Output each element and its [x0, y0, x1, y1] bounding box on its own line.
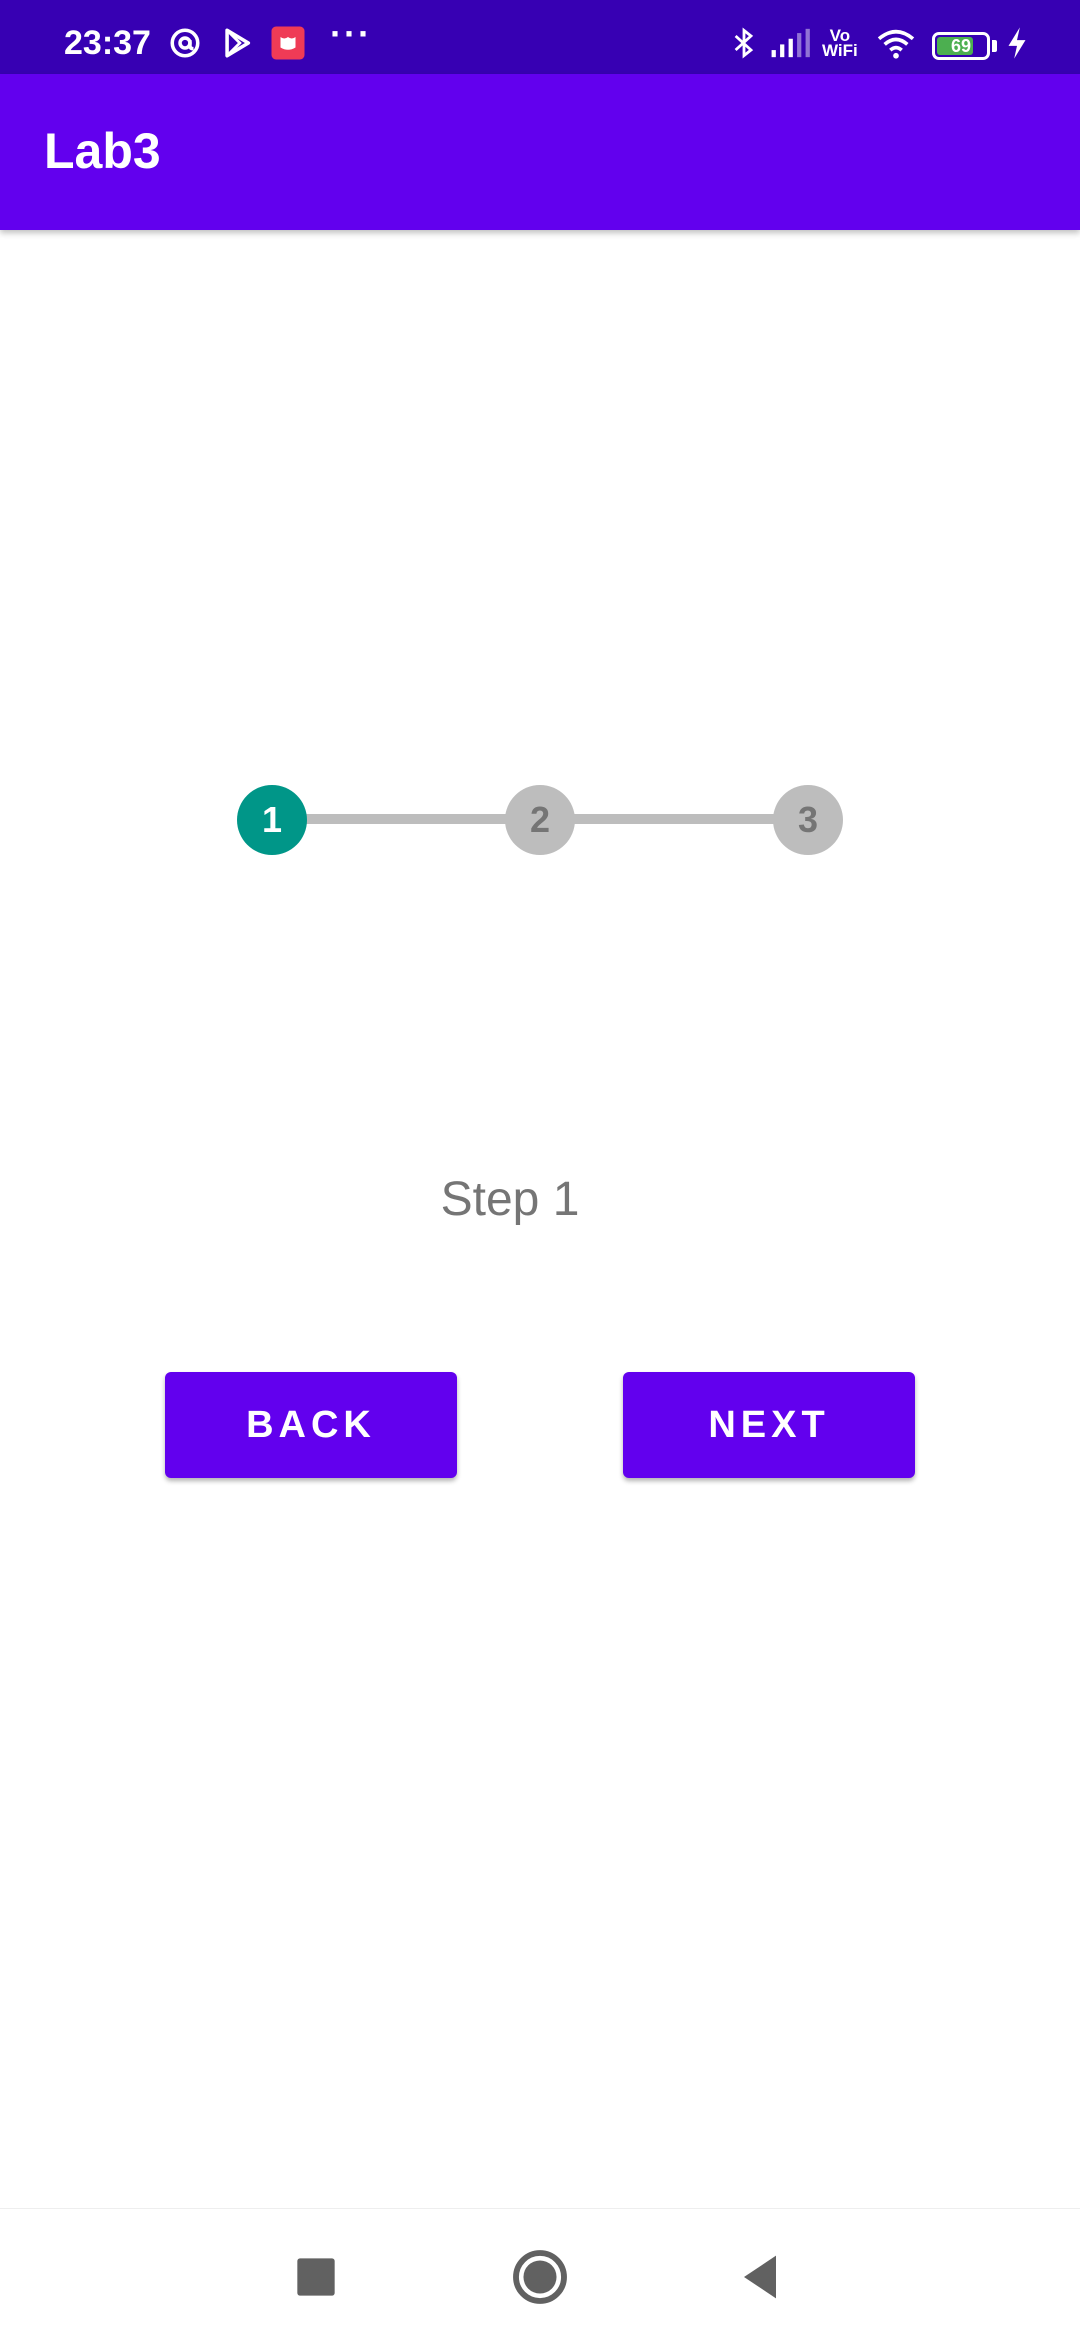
- vowifi-icon: Vo WiFi: [822, 27, 858, 60]
- step-indicator-3[interactable]: 3: [773, 785, 843, 855]
- back-icon[interactable]: [728, 2245, 792, 2309]
- recents-icon[interactable]: [284, 2245, 348, 2309]
- home-icon[interactable]: [508, 2245, 572, 2309]
- back-button[interactable]: BACK: [165, 1372, 457, 1478]
- app-title: Lab3: [44, 123, 161, 179]
- status-time: 23:37: [64, 24, 151, 62]
- step-connector-2-3: [540, 814, 808, 824]
- step-indicator-1[interactable]: 1: [237, 785, 307, 855]
- navigation-bar: [0, 2208, 1080, 2340]
- more-icon: ···: [330, 13, 372, 54]
- bluetooth-icon: [730, 26, 758, 60]
- battery-icon: 69: [932, 32, 990, 60]
- stepper: 1 2 3: [0, 0, 1080, 2340]
- next-button[interactable]: NEXT: [623, 1372, 915, 1478]
- app-notification-icon: [270, 25, 306, 61]
- step-connector-1-2: [272, 814, 540, 824]
- charging-icon: [1004, 26, 1030, 60]
- wifi-icon: [876, 26, 916, 60]
- battery-level: 69: [950, 36, 972, 56]
- status-bar: 23:37 ··· Vo WiFi 69: [0, 0, 1080, 74]
- at-sign-icon: [168, 26, 202, 60]
- signal-icon: [768, 26, 812, 60]
- battery-tip: [992, 40, 997, 52]
- vowifi-label-bottom: WiFi: [822, 41, 858, 60]
- app-screen: 23:37 ··· Vo WiFi 69 Lab3 1 2 3 Step 1 B…: [0, 0, 1080, 2340]
- play-store-icon: [220, 26, 254, 60]
- app-bar: Lab3: [0, 74, 1080, 230]
- step-indicator-2[interactable]: 2: [505, 785, 575, 855]
- step-label: Step 1: [440, 1173, 580, 1226]
